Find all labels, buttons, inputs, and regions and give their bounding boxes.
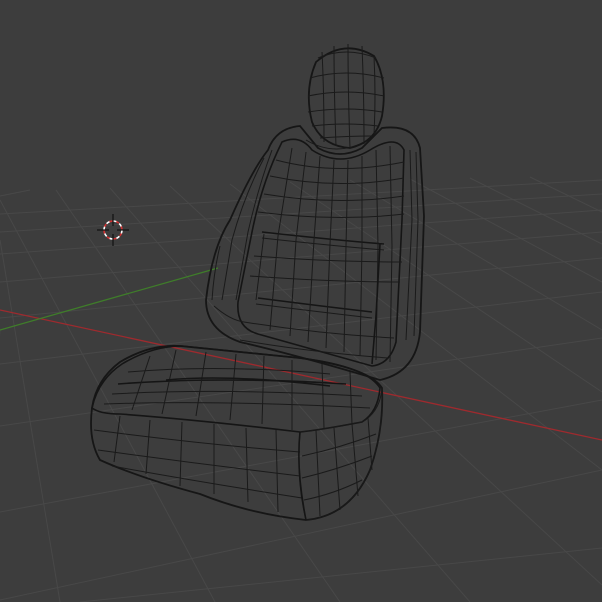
3d-cursor-icon[interactable] — [97, 214, 129, 246]
3d-viewport[interactable] — [0, 0, 602, 602]
car-seat-mesh[interactable] — [90, 43, 425, 521]
seat-cushion[interactable] — [90, 344, 384, 521]
floor-grid — [0, 176, 602, 602]
y-axis-line — [0, 267, 219, 331]
viewport-canvas[interactable] — [0, 0, 602, 602]
seat-backrest[interactable] — [205, 125, 425, 381]
seat-headrest[interactable] — [307, 43, 385, 149]
